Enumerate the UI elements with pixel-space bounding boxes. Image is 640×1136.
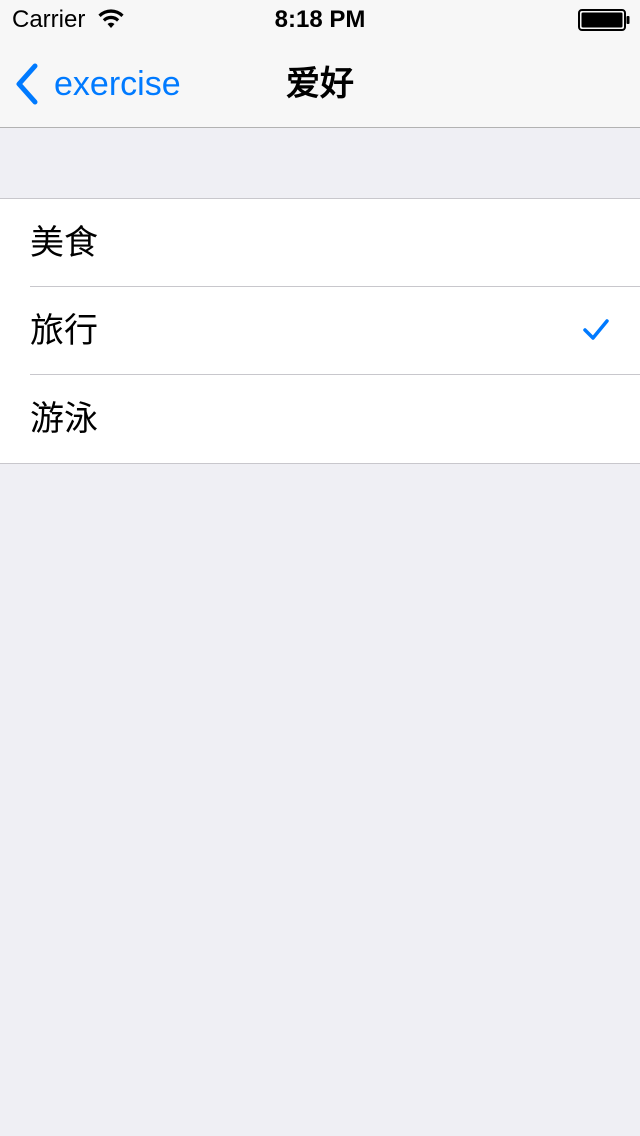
list-item-label: 旅行 [30,312,98,350]
list-item-label: 美食 [30,224,98,262]
checkmark-icon [583,319,609,340]
top-bar: Carrier 8:18 PM exercise 爱好 [0,0,640,128]
battery-icon [578,9,630,31]
page-title: 爱好 [286,65,354,103]
navigation-bar: exercise 爱好 [0,40,640,128]
status-time: 8:18 PM [274,6,366,33]
back-button[interactable]: exercise [12,40,181,128]
list-item-label: 游泳 [30,400,98,438]
chevron-left-icon [16,63,38,105]
back-button-label: exercise [54,65,181,103]
list-item-swimming[interactable]: 游泳 [0,375,640,463]
hobby-list: 美食 旅行 游泳 [0,198,640,464]
screen: Carrier 8:18 PM exercise 爱好 美食 旅行 游泳 [0,0,640,1136]
list-item-food[interactable]: 美食 [0,199,640,287]
status-bar: Carrier 8:18 PM [0,0,640,40]
list-item-travel[interactable]: 旅行 [0,287,640,375]
